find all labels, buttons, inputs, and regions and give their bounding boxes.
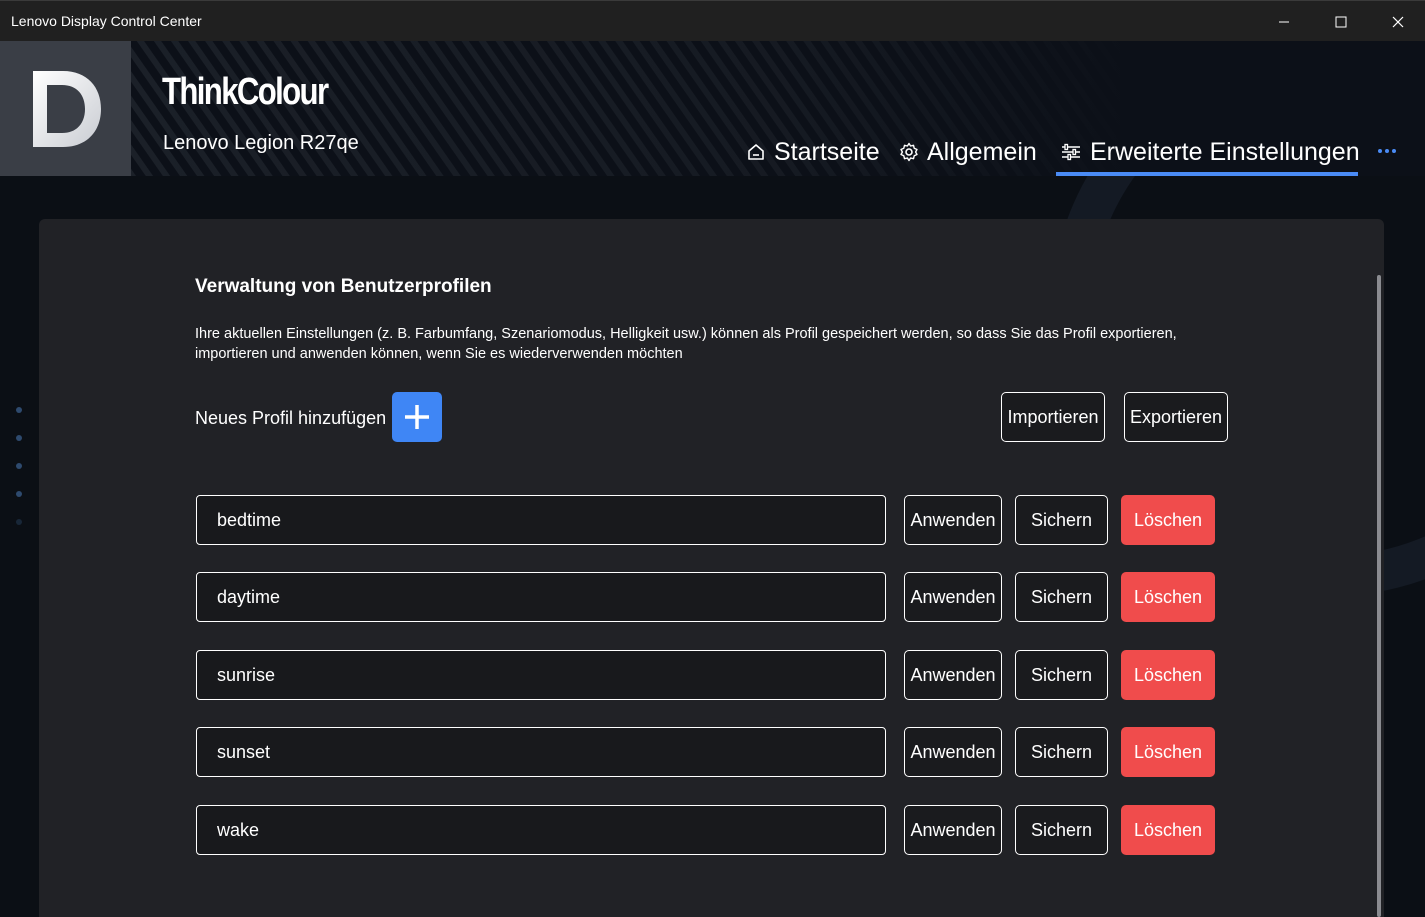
tab-allgemein[interactable]: Allgemein xyxy=(899,131,1037,173)
apply-button[interactable]: Anwenden xyxy=(904,572,1002,622)
tab-label: Allgemein xyxy=(927,137,1037,166)
app-logo xyxy=(0,41,131,176)
delete-button[interactable]: Löschen xyxy=(1121,495,1215,545)
tab-startseite[interactable]: Startseite xyxy=(746,131,880,173)
close-icon xyxy=(1392,16,1403,27)
save-button[interactable]: Sichern xyxy=(1015,727,1108,777)
apply-button[interactable]: Anwenden xyxy=(904,805,1002,855)
add-profile-button[interactable] xyxy=(392,392,442,442)
home-icon xyxy=(746,142,766,162)
gear-icon xyxy=(899,142,919,162)
sliders-icon xyxy=(1060,142,1082,162)
minimize-icon xyxy=(1278,21,1289,22)
d-logo-icon xyxy=(32,70,101,147)
delete-button[interactable]: Löschen xyxy=(1121,572,1215,622)
close-button[interactable] xyxy=(1369,1,1425,42)
title-bar: Lenovo Display Control Center xyxy=(0,0,1425,41)
minimize-button[interactable] xyxy=(1255,1,1312,42)
delete-button[interactable]: Löschen xyxy=(1121,727,1215,777)
add-profile-label: Neues Profil hinzufügen xyxy=(195,408,387,428)
profile-name-input[interactable]: wake xyxy=(196,805,886,855)
section-title: Verwaltung von Benutzerprofilen xyxy=(195,276,492,297)
profile-name-input[interactable]: sunrise xyxy=(196,650,886,700)
import-button[interactable]: Importieren xyxy=(1001,392,1105,442)
profile-name-input[interactable]: sunset xyxy=(196,727,886,777)
monitor-model: Lenovo Legion R27qe xyxy=(163,132,359,154)
apply-button[interactable]: Anwenden xyxy=(904,495,1002,545)
profile-name-input[interactable]: daytime xyxy=(196,572,886,622)
delete-button[interactable]: Löschen xyxy=(1121,805,1215,855)
delete-button[interactable]: Löschen xyxy=(1121,650,1215,700)
save-button[interactable]: Sichern xyxy=(1015,805,1108,855)
plus-icon xyxy=(405,405,429,429)
section-description: Ihre aktuellen Einstellungen (z. B. Farb… xyxy=(195,326,1177,362)
apply-button[interactable]: Anwenden xyxy=(904,650,1002,700)
maximize-icon xyxy=(1335,16,1346,27)
more-menu-button[interactable] xyxy=(1374,140,1400,162)
tab-label: Startseite xyxy=(774,137,880,166)
save-button[interactable]: Sichern xyxy=(1015,650,1108,700)
save-button[interactable]: Sichern xyxy=(1015,495,1108,545)
window-title: Lenovo Display Control Center xyxy=(11,13,202,29)
save-button[interactable]: Sichern xyxy=(1015,572,1108,622)
apply-button[interactable]: Anwenden xyxy=(904,727,1002,777)
tab-label: Erweiterte Einstellungen xyxy=(1090,137,1360,166)
pagination-dots xyxy=(16,407,22,547)
more-icon xyxy=(1378,149,1382,153)
export-button[interactable]: Exportieren xyxy=(1124,392,1228,442)
scrollbar[interactable] xyxy=(1377,275,1381,917)
tab-erweiterte-einstellungen[interactable]: Erweiterte Einstellungen xyxy=(1060,131,1360,173)
profile-name-input[interactable]: bedtime xyxy=(196,495,886,545)
brand-name: ThinkColour xyxy=(162,71,329,113)
maximize-button[interactable] xyxy=(1312,1,1369,42)
